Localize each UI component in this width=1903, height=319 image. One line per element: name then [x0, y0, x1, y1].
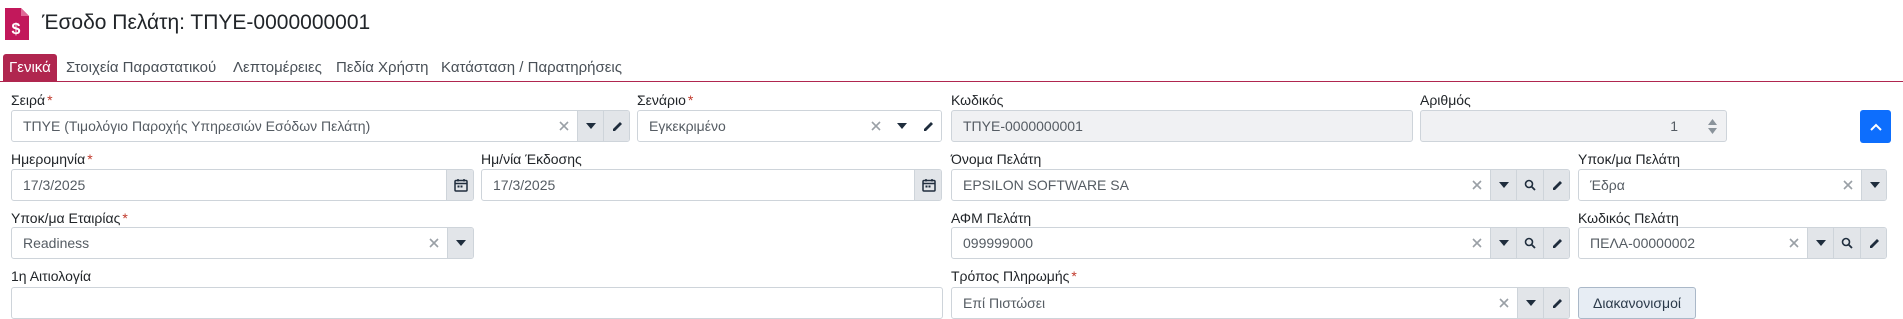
reason-input[interactable] [11, 287, 943, 319]
edit-pencil-icon[interactable] [915, 111, 941, 141]
tab-bar: Γενικά Στοιχεία Παραστατικού Λεπτομέρειε… [0, 54, 1903, 82]
scenario-value: Εγκεκριμένο [649, 118, 726, 134]
customer-vat-select[interactable]: 099999000 [951, 227, 1570, 259]
search-icon[interactable] [1516, 228, 1543, 258]
edit-pencil-icon[interactable] [1543, 170, 1569, 200]
number-label: Αριθμός [1420, 92, 1471, 108]
stepper-down-icon[interactable] [1707, 127, 1717, 134]
calendar-icon[interactable] [446, 170, 473, 200]
number-stepper[interactable] [1697, 111, 1726, 141]
series-select[interactable]: ΤΠΥΕ (Τιμολόγιο Παροχής Υπηρεσιών Εσόδων… [11, 110, 630, 142]
clear-icon[interactable] [1783, 228, 1805, 258]
clear-icon[interactable] [1466, 228, 1488, 258]
date-field[interactable]: 17/3/2025 [11, 169, 474, 201]
clear-icon[interactable] [1493, 288, 1515, 318]
code-label: Κωδικός [951, 92, 1004, 108]
series-label: Σειρά * [11, 92, 53, 108]
stepper-up-icon[interactable] [1707, 118, 1717, 125]
date-value: 17/3/2025 [23, 177, 86, 193]
customer-branch-label: Υποκ/μα Πελάτη [1578, 151, 1681, 167]
clear-icon[interactable] [1837, 170, 1859, 200]
customer-name-label: Όνομα Πελάτη [951, 151, 1042, 167]
customer-vat-value: 099999000 [963, 235, 1034, 251]
issue-date-value: 17/3/2025 [493, 177, 556, 193]
series-value: ΤΠΥΕ (Τιμολόγιο Παροχής Υπηρεσιών Εσόδων… [23, 118, 371, 134]
dropdown-caret-icon[interactable] [1490, 170, 1516, 200]
dropdown-caret-icon[interactable] [889, 111, 915, 141]
tab-user-fields[interactable]: Πεδία Χρήστη [330, 54, 434, 81]
customer-name-value: EPSILON SOFTWARE SA [963, 177, 1129, 193]
settlements-button[interactable]: Διακανονισμοί [1578, 287, 1696, 319]
edit-pencil-icon[interactable] [603, 111, 629, 141]
scenario-label: Σενάριο * [637, 92, 694, 108]
customer-name-select[interactable]: EPSILON SOFTWARE SA [951, 169, 1570, 201]
scroll-up-button[interactable] [1860, 110, 1891, 143]
page-header: $ Έσοδο Πελάτη: ΤΠΥΕ-0000000001 [0, 0, 1903, 48]
issue-date-field[interactable]: 17/3/2025 [481, 169, 942, 201]
edit-pencil-icon[interactable] [1860, 228, 1886, 258]
customer-branch-select[interactable]: Έδρα [1578, 169, 1887, 201]
customer-code-select[interactable]: ΠΕΛΑ-00000002 [1578, 227, 1887, 259]
customer-code-value: ΠΕΛΑ-00000002 [1590, 235, 1696, 251]
clear-icon[interactable] [553, 111, 575, 141]
payment-method-label: Τρόπος Πληρωμής * [951, 268, 1077, 284]
issue-date-label: Ημ/νία Έκδοσης [481, 151, 582, 167]
tab-status-notes[interactable]: Κατάσταση / Παρατηρήσεις [435, 54, 628, 81]
edit-pencil-icon[interactable] [1543, 228, 1569, 258]
customer-branch-value: Έδρα [1590, 177, 1625, 193]
code-value: ΤΠΥΕ-0000000001 [963, 118, 1083, 134]
customer-code-label: Κωδικός Πελάτη [1578, 210, 1679, 226]
clear-icon[interactable] [1466, 170, 1488, 200]
company-branch-label: Υποκ/μα Εταιρίας * [11, 210, 128, 226]
payment-method-value: Επί Πιστώσει [963, 295, 1046, 311]
dropdown-caret-icon[interactable] [447, 228, 473, 258]
number-field: 1 [1420, 110, 1727, 142]
invoice-dollar-icon: $ [5, 8, 29, 40]
dropdown-caret-icon[interactable] [577, 111, 603, 141]
number-value: 1 [1670, 118, 1678, 134]
dropdown-caret-icon[interactable] [1807, 228, 1833, 258]
page-title: Έσοδο Πελάτη: ΤΠΥΕ-0000000001 [42, 11, 371, 34]
search-icon[interactable] [1833, 228, 1860, 258]
edit-pencil-icon[interactable] [1543, 288, 1569, 318]
dropdown-caret-icon[interactable] [1490, 228, 1516, 258]
reason-label: 1η Αιτιολογία [11, 268, 92, 284]
clear-icon[interactable] [423, 228, 445, 258]
payment-method-select[interactable]: Επί Πιστώσει [951, 287, 1570, 319]
dropdown-caret-icon[interactable] [1517, 288, 1543, 318]
clear-icon[interactable] [865, 111, 887, 141]
date-label: Ημερομηνία * [11, 151, 93, 167]
customer-vat-label: ΑΦΜ Πελάτη [951, 210, 1032, 226]
tab-document-details[interactable]: Στοιχεία Παραστατικού [60, 54, 222, 81]
search-icon[interactable] [1516, 170, 1543, 200]
calendar-icon[interactable] [914, 170, 941, 200]
svg-text:$: $ [12, 21, 21, 38]
company-branch-select[interactable]: Readiness [11, 227, 474, 259]
tab-general[interactable]: Γενικά [3, 54, 57, 81]
company-branch-value: Readiness [23, 235, 90, 251]
dropdown-caret-icon[interactable] [1861, 170, 1886, 200]
tab-details[interactable]: Λεπτομέρειες [227, 54, 328, 81]
scenario-select[interactable]: Εγκεκριμένο [637, 110, 942, 142]
code-field: ΤΠΥΕ-0000000001 [951, 110, 1413, 142]
chevron-up-icon [1869, 123, 1882, 131]
